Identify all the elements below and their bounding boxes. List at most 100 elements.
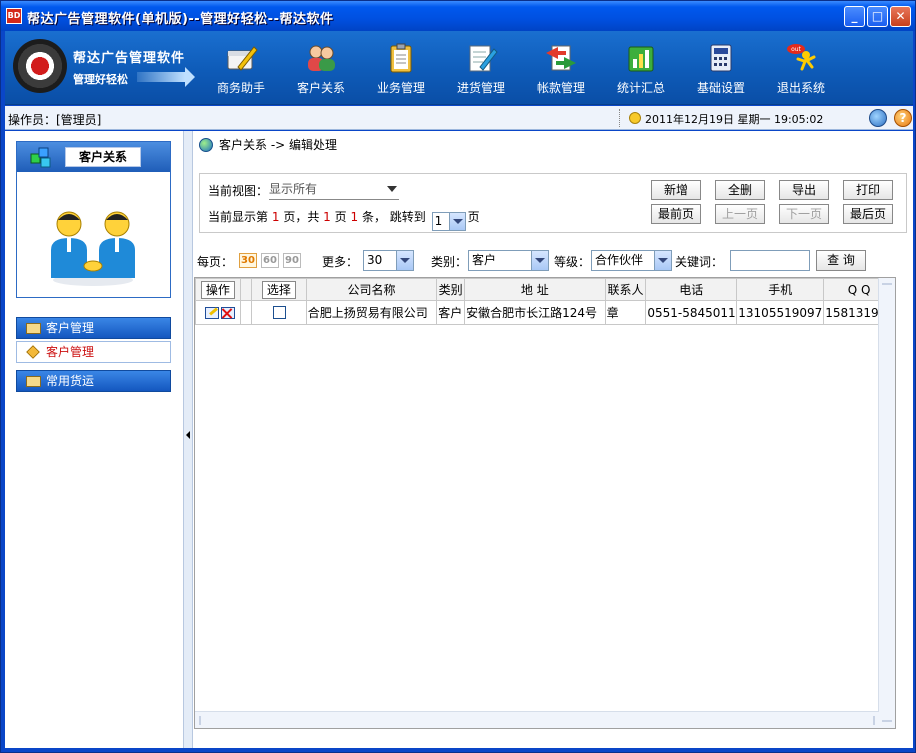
edit-icon[interactable] (205, 306, 219, 319)
prev-page-button[interactable]: 上一页 (715, 204, 765, 224)
toolbar-accounts-management[interactable]: 帐款管理 (523, 43, 599, 101)
toolbar-exit-system[interactable]: out 退出系统 (763, 43, 839, 101)
category-select[interactable]: 客户 (468, 250, 549, 271)
toolbar-purchase-management[interactable]: 进货管理 (443, 43, 519, 101)
first-page-button[interactable]: 最前页 (651, 204, 701, 224)
total-records-number: 1 (350, 210, 359, 224)
column-header-text: 操作 (200, 280, 235, 299)
sidebar-item-common-freight[interactable]: 常用货运 (16, 370, 171, 392)
calculator-icon (704, 43, 738, 73)
total-pages-number: 1 (323, 210, 331, 224)
column-header-company[interactable]: 公司名称 (305, 278, 438, 301)
close-button[interactable]: ✕ (890, 6, 911, 27)
query-button[interactable]: 查 询 (816, 250, 866, 271)
per-page-label: 每页： (197, 255, 234, 269)
per-page-option-60[interactable]: 60 (261, 253, 279, 268)
more-select[interactable]: 30 (363, 250, 414, 271)
user-help-icon[interactable] (869, 109, 887, 127)
category-select-value: 客户 (472, 253, 497, 267)
cell-address: 安徽合肥市长江路124号 (464, 300, 606, 325)
view-control-panel: 当前视图： 显示所有 当前显示第 1 页，共 1 页 1 条， 跳转到 1页 新… (199, 173, 907, 233)
status-bar: 操作员：[管理员] 2011年12月19日 星期一 19:05:02 ? (5, 106, 913, 130)
clock-icon (629, 112, 641, 124)
column-header-category[interactable]: 类别 (436, 278, 466, 301)
status-divider (619, 109, 620, 127)
export-button[interactable]: 导出 (779, 180, 829, 200)
collapse-arrow-icon[interactable] (186, 431, 190, 439)
last-page-button[interactable]: 最后页 (843, 204, 893, 224)
sidebar-item-customer-management[interactable]: 客户管理 (16, 341, 171, 363)
panel-splitter[interactable] (183, 131, 193, 748)
cell-category: 客户 (436, 300, 466, 325)
folder-icon (26, 323, 41, 334)
maximize-button[interactable]: □ (867, 6, 888, 27)
breadcrumb-text: 客户关系 -> 编辑处理 (219, 138, 338, 152)
keyword-label: 关键词： (675, 255, 724, 269)
column-header-contact[interactable]: 联系人 (604, 278, 647, 301)
briefcase-pen-icon (224, 43, 258, 73)
sidebar-item-label: 客户管理 (46, 321, 95, 335)
people-icon (304, 43, 338, 73)
notepad-pencil-icon (464, 43, 498, 73)
per-page-option-90[interactable]: 90 (283, 253, 301, 268)
level-select[interactable]: 合作伙伴 (591, 250, 672, 271)
cell-company: 合肥上扬贸易有限公司 (305, 300, 438, 325)
toolbar-statistics[interactable]: 统计汇总 (603, 43, 679, 101)
toolbar-basic-settings[interactable]: 基础设置 (683, 43, 759, 101)
column-header-select[interactable]: 选择 (251, 278, 307, 301)
delete-all-button[interactable]: 全删 (715, 180, 765, 200)
window-title: 帮达广告管理软件(单机版)--管理好轻松--帮达软件 (27, 12, 334, 27)
help-question-icon[interactable]: ? (894, 109, 912, 127)
column-header-mobile[interactable]: 手机 (736, 278, 825, 301)
keyword-input[interactable] (730, 250, 810, 271)
scroll-down-icon[interactable] (882, 720, 892, 722)
breadcrumb: 客户关系 -> 编辑处理 (199, 136, 337, 154)
left-sidebar: 客户关系 客户管理 客户管理 常用货运 (5, 131, 183, 748)
current-page-number: 1 (271, 210, 280, 224)
print-button[interactable]: 打印 (843, 180, 893, 200)
minimize-button[interactable]: _ (844, 6, 865, 27)
bar-chart-icon (624, 43, 658, 73)
next-page-button[interactable]: 下一页 (779, 204, 829, 224)
view-label: 当前视图： (208, 184, 269, 198)
toolbar-customer-relations[interactable]: 客户关系 (283, 43, 359, 101)
new-button[interactable]: 新增 (651, 180, 701, 200)
row-select-cell (251, 300, 307, 325)
toolbar-label: 客户关系 (296, 81, 345, 95)
view-select-value: 显示所有 (269, 182, 318, 196)
main-content: 客户关系 -> 编辑处理 当前视图： 显示所有 当前显示第 1 页，共 1 页 … (193, 131, 913, 748)
page-jump-select[interactable]: 1 (431, 212, 466, 231)
cube-icon (26, 345, 40, 359)
page-info-text: 条， 跳转到 (361, 210, 426, 224)
toolbar-label: 业务管理 (376, 81, 425, 95)
cell-phone: 0551-5845011 (645, 300, 738, 325)
vertical-scrollbar[interactable] (878, 278, 895, 728)
scroll-right-icon[interactable] (873, 716, 875, 725)
title-bar[interactable]: BD 帮达广告管理软件(单机版)--管理好轻松--帮达软件 _ □ ✕ (1, 1, 915, 31)
view-select[interactable]: 显示所有 (269, 180, 399, 200)
sidebar-item-label: 客户管理 (46, 345, 95, 359)
scroll-up-icon[interactable] (882, 283, 892, 285)
row-select-checkbox[interactable] (272, 305, 286, 319)
column-header-address[interactable]: 地 址 (464, 278, 606, 301)
table-row[interactable]: 合肥上扬贸易有限公司 客户 安徽合肥市长江路124号 章 0551-584501… (195, 300, 895, 325)
logo-arrow-icon (137, 67, 195, 87)
page-info-text: 页 (467, 210, 480, 224)
column-spacer (239, 278, 253, 301)
delete-icon[interactable] (221, 306, 235, 319)
toolbar-business-assistant[interactable]: 商务助手 (203, 43, 279, 101)
exit-person-icon: out (784, 43, 818, 73)
filter-bar: 每页： 30 60 90 更多： 30 类别： 客户 等级： 合作伙伴 关键词：… (196, 249, 910, 273)
sidebar-item-customer-management-header[interactable]: 客户管理 (16, 317, 171, 339)
horizontal-scrollbar[interactable] (195, 711, 879, 728)
customer-panel: 客户关系 (16, 141, 171, 298)
column-header-phone[interactable]: 电话 (645, 278, 738, 301)
per-page-option-30[interactable]: 30 (239, 253, 257, 268)
toolbar-business-management[interactable]: 业务管理 (363, 43, 439, 101)
page-info-text: 页，共 (283, 210, 320, 224)
handshake-people-icon (41, 208, 145, 288)
column-header-text: 选择 (261, 280, 296, 299)
main-toolbar: 帮达广告管理软件 管理好轻松 商务助手 客户关系 业务管理 进货管理 帐款管理 … (5, 31, 913, 105)
exit-badge-text: out (791, 46, 801, 53)
scroll-left-icon[interactable] (199, 716, 201, 725)
